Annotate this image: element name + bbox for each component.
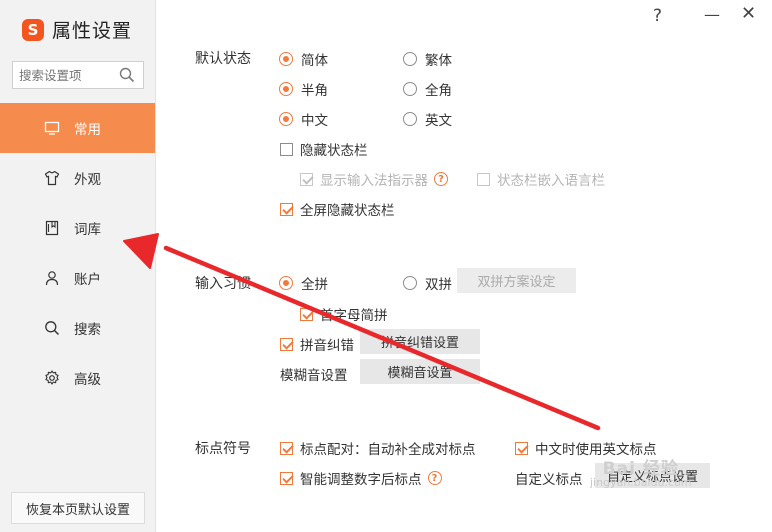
radio-chinese[interactable]: 中文 — [279, 109, 328, 129]
radio-checked-icon — [279, 82, 293, 96]
radio-label: 半角 — [301, 83, 328, 99]
checkbox-label: 隐藏状态栏 — [300, 143, 368, 159]
pinyin-correction-settings-button[interactable]: 拼音纠错设置 — [360, 329, 480, 354]
sidebar-item-advanced[interactable]: 高级 — [0, 353, 155, 403]
checkbox-checked-icon — [515, 441, 528, 455]
checkbox-label: 状态栏嵌入语言栏 — [497, 173, 605, 189]
sidebar-item-dictionary[interactable]: 词库 — [0, 203, 155, 253]
checkbox-label: 拼音纠错 — [300, 338, 354, 354]
sidebar-item-label: 账户 — [74, 272, 101, 288]
checkbox-show-indicator[interactable]: 显示输入法指示器 ? — [300, 169, 448, 189]
radio-label: 全拼 — [301, 277, 328, 293]
search-box[interactable] — [12, 61, 144, 89]
search-icon[interactable] — [119, 67, 135, 87]
checkbox-english-punct[interactable]: 中文时使用英文标点 — [515, 438, 657, 458]
checkbox-checked-icon — [300, 307, 313, 321]
radio-label: 简体 — [301, 53, 328, 69]
radio-half-width[interactable]: 半角 — [279, 79, 328, 99]
radio-full-pinyin[interactable]: 全拼 — [279, 273, 328, 293]
radio-label: 英文 — [425, 113, 452, 129]
sidebar-item-appearance[interactable]: 外观 — [0, 153, 155, 203]
punctuation-label: 标点符号 — [195, 441, 251, 457]
close-icon[interactable]: ✕ — [741, 3, 756, 24]
sidebar-item-label: 搜索 — [74, 322, 101, 338]
gear-icon — [44, 370, 60, 386]
checkbox-pinyin-correction[interactable]: 拼音纠错 — [280, 334, 354, 354]
checkbox-fullscreen-hide[interactable]: 全屏隐藏状态栏 — [280, 199, 395, 219]
sidebar-item-label: 词库 — [74, 222, 101, 238]
checkbox-hide-status-bar[interactable]: 隐藏状态栏 — [280, 139, 368, 159]
sidebar-item-label: 外观 — [74, 172, 101, 188]
reset-defaults-button[interactable]: 恢复本页默认设置 — [11, 492, 145, 524]
sidebar-item-label: 常用 — [74, 122, 101, 138]
checkbox-unchecked-icon — [280, 142, 293, 156]
user-icon — [44, 270, 60, 286]
custom-punct-label: 自定义标点 — [515, 472, 583, 488]
sidebar-item-common[interactable]: 常用 — [0, 103, 155, 153]
radio-unchecked-icon — [403, 82, 417, 96]
radio-traditional[interactable]: 繁体 — [403, 49, 452, 69]
book-icon — [44, 220, 60, 236]
sogou-logo-icon: S — [22, 18, 44, 41]
sidebar-nav: 常用 外观 词库 账户 搜索 高级 — [0, 103, 155, 403]
checkbox-label: 标点配对：自动补全成对标点 — [300, 442, 476, 458]
input-habit-label: 输入习惯 — [195, 276, 251, 292]
radio-checked-icon — [279, 112, 293, 126]
radio-unchecked-icon — [403, 52, 417, 66]
checkbox-embed-language-bar[interactable]: 状态栏嵌入语言栏 — [477, 169, 605, 189]
radio-full-width[interactable]: 全角 — [403, 79, 452, 99]
checkbox-label: 显示输入法指示器 — [320, 173, 428, 189]
checkbox-label: 全屏隐藏状态栏 — [300, 203, 395, 219]
checkbox-checked-icon — [280, 337, 293, 351]
fuzzy-sound-settings-button[interactable]: 模糊音设置 — [360, 359, 480, 384]
radio-checked-icon — [279, 276, 293, 290]
radio-label: 繁体 — [425, 53, 452, 69]
radio-checked-icon — [279, 52, 293, 66]
double-pinyin-settings-button[interactable]: 双拼方案设定 — [457, 268, 576, 293]
search-input[interactable] — [19, 67, 119, 83]
radio-unchecked-icon — [403, 276, 417, 290]
sidebar-item-account[interactable]: 账户 — [0, 253, 155, 303]
radio-double-pinyin[interactable]: 双拼 — [403, 273, 452, 293]
window-title: 属性设置 — [52, 20, 133, 42]
checkbox-auto-pair[interactable]: 标点配对：自动补全成对标点 — [280, 438, 476, 458]
fuzzy-sound-label: 模糊音设置 — [280, 368, 348, 384]
help-circle-icon[interactable]: ? — [427, 471, 442, 485]
sidebar-item-label: 高级 — [74, 372, 101, 388]
checkbox-label: 中文时使用英文标点 — [535, 442, 657, 458]
help-icon[interactable]: ? — [653, 6, 662, 26]
radio-unchecked-icon — [403, 112, 417, 126]
app-brand: S 属性设置 — [22, 16, 132, 43]
checkbox-smart-digits[interactable]: 智能调整数字后标点 ? — [280, 468, 442, 488]
search-icon — [44, 320, 60, 336]
radio-english[interactable]: 英文 — [403, 109, 452, 129]
checkbox-label: 首字母简拼 — [320, 308, 388, 324]
sidebar-item-search[interactable]: 搜索 — [0, 303, 155, 353]
checkbox-initial-abbrev[interactable]: 首字母简拼 — [300, 304, 388, 324]
checkbox-checked-icon — [280, 441, 293, 455]
shirt-icon — [44, 170, 60, 186]
watermark: Bai 经验 jingyan.baidu.com — [590, 459, 692, 490]
monitor-icon — [44, 120, 60, 136]
checkbox-label: 智能调整数字后标点 — [300, 472, 422, 488]
checkbox-checked-icon — [300, 172, 313, 186]
watermark-logo: Bai 经验 — [602, 459, 679, 479]
radio-label: 双拼 — [425, 277, 452, 293]
checkbox-checked-icon — [280, 202, 293, 216]
watermark-url: jingyan.baidu.com — [590, 476, 692, 489]
checkbox-unchecked-icon — [477, 172, 490, 186]
radio-label: 中文 — [301, 113, 328, 129]
minimize-icon[interactable]: — — [704, 5, 720, 24]
checkbox-checked-icon — [280, 471, 293, 485]
help-circle-icon[interactable]: ? — [434, 172, 448, 186]
radio-simplified[interactable]: 简体 — [279, 49, 328, 69]
sidebar: S 属性设置 常用 外观 词库 — [0, 0, 156, 532]
default-state-label: 默认状态 — [195, 51, 251, 67]
radio-label: 全角 — [425, 83, 452, 99]
